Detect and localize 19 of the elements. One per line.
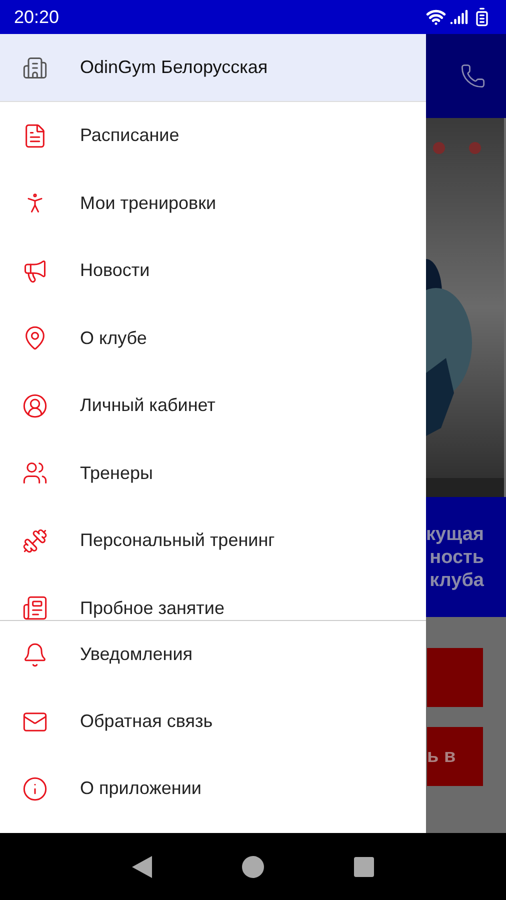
banner-text: кущая: [426, 522, 484, 546]
info-icon: [22, 776, 48, 802]
bell-icon: [22, 642, 48, 668]
wifi-icon: [426, 7, 446, 27]
recents-icon[interactable]: [354, 856, 374, 876]
signal-icon: [450, 8, 468, 26]
phone-icon[interactable]: [460, 63, 486, 89]
newspaper-icon: [22, 595, 48, 620]
building-icon: [22, 54, 48, 80]
home-icon[interactable]: [242, 856, 264, 878]
club-selector[interactable]: OdinGym Белорусская: [0, 34, 426, 101]
megaphone-icon: [22, 258, 48, 284]
clock: 20:20: [14, 6, 60, 28]
banner-text: клуба: [430, 568, 484, 592]
user-icon: [22, 392, 48, 419]
people-icon: [22, 460, 48, 486]
banner-text: ность: [430, 546, 484, 568]
back-icon[interactable]: [132, 856, 152, 878]
dumbbell-icon: [22, 528, 48, 554]
